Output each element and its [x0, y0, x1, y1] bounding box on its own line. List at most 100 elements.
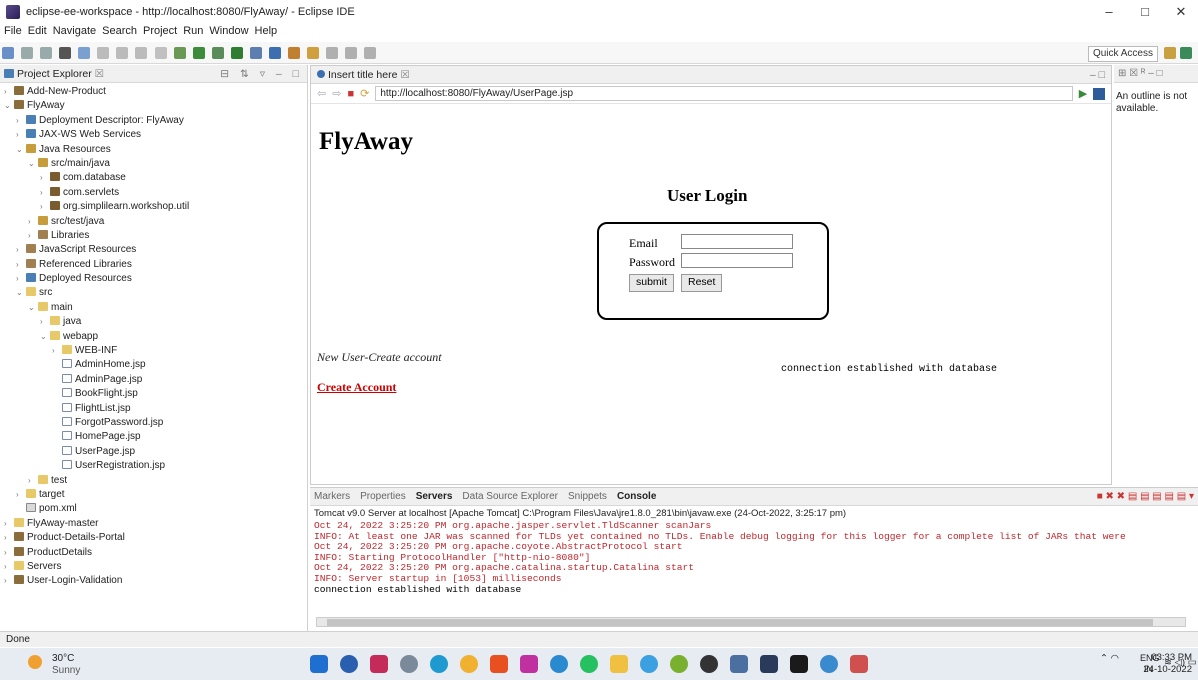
chevron-right-icon[interactable]: › — [52, 344, 62, 358]
tree-item[interactable]: › java — [0, 315, 307, 329]
tree-item[interactable]: › User-Login-Validation — [0, 574, 307, 588]
menu-help[interactable]: Help — [255, 25, 278, 41]
menu-project[interactable]: Project — [143, 25, 177, 41]
refresh-icon[interactable]: ⟳ — [360, 87, 369, 100]
external-tools-icon[interactable] — [230, 47, 243, 59]
menu-file[interactable]: File — [4, 25, 22, 41]
weather-sun-icon[interactable] — [28, 655, 42, 669]
perspective-icon[interactable] — [1164, 47, 1176, 59]
close-icon[interactable]: ✕ — [1166, 4, 1196, 20]
annotation-icon[interactable] — [326, 47, 339, 59]
chevron-right-icon[interactable]: › — [16, 272, 26, 286]
new-icon[interactable] — [2, 47, 14, 59]
brave-icon[interactable] — [490, 655, 508, 673]
tree-item[interactable]: › src/test/java — [0, 215, 307, 229]
coverage-icon[interactable] — [211, 47, 224, 59]
tab-properties[interactable]: Properties — [360, 491, 406, 502]
console-toolbar-icons[interactable]: ■ ✖ ✖ ▤ ▤ ▤ ▤ ▤ ▾ — [1097, 491, 1194, 502]
save-all-icon[interactable] — [40, 47, 53, 59]
tree-item[interactable]: ForgotPassword.jsp — [0, 416, 307, 430]
tree-item[interactable]: pom.xml — [0, 502, 307, 516]
tree-item[interactable]: HomePage.jsp — [0, 430, 307, 444]
terminate-icon[interactable] — [154, 47, 167, 59]
tree-item[interactable]: › Add-New-Product — [0, 85, 307, 99]
tab-console[interactable]: Console — [617, 491, 656, 502]
edge-icon[interactable] — [430, 655, 448, 673]
tab-servers[interactable]: Servers — [416, 491, 453, 502]
windows-start-icon[interactable] — [310, 655, 328, 673]
forward-icon[interactable] — [364, 47, 377, 59]
chevron-right-icon[interactable]: › — [40, 186, 50, 200]
tab-snippets[interactable]: Snippets — [568, 491, 607, 502]
meet-icon[interactable] — [370, 655, 388, 673]
tree-item[interactable]: ⌄ webapp — [0, 330, 307, 344]
tab-markers[interactable]: Markers — [314, 491, 350, 502]
open-type-icon[interactable] — [287, 47, 300, 59]
mail-icon[interactable] — [820, 655, 838, 673]
menu-run[interactable]: Run — [183, 25, 203, 41]
cmd-icon[interactable] — [790, 655, 808, 673]
chevron-down-icon[interactable]: ⌄ — [28, 157, 38, 171]
submit-button[interactable]: submit — [629, 274, 674, 292]
whatsapp-icon[interactable] — [580, 655, 598, 673]
chevron-down-icon[interactable]: ⌄ — [28, 301, 38, 315]
clock-time[interactable]: 03:33 PM — [1140, 652, 1192, 663]
instagram-icon[interactable] — [520, 655, 538, 673]
view-menu-icon[interactable]: ⊟ ⇅ ▿ ‒ □ — [220, 68, 303, 80]
tree-item[interactable]: › Deployed Resources — [0, 272, 307, 286]
java-ee-perspective-icon[interactable] — [1180, 47, 1192, 59]
search-taskbar-icon[interactable] — [340, 655, 358, 673]
chevron-right-icon[interactable]: › — [4, 517, 14, 531]
telegram-icon[interactable] — [550, 655, 568, 673]
reset-button[interactable]: Reset — [681, 274, 723, 292]
clock-date[interactable]: 24-10-2022 — [1140, 664, 1192, 675]
stop-icon[interactable]: ■ — [347, 88, 354, 100]
weather-temperature[interactable]: 30°C — [52, 653, 74, 664]
terminal-taskbar-icon[interactable] — [730, 655, 748, 673]
console-horizontal-scrollbar[interactable] — [316, 617, 1186, 627]
file-explorer-icon[interactable] — [610, 655, 628, 673]
chevron-right-icon[interactable]: › — [4, 85, 14, 99]
tree-item[interactable]: › ProductDetails — [0, 546, 307, 560]
chevron-right-icon[interactable]: › — [40, 315, 50, 329]
tree-item[interactable]: ⌄ FlyAway — [0, 99, 307, 113]
tree-item[interactable]: FlightList.jsp — [0, 402, 307, 416]
chevron-right-icon[interactable]: › — [16, 114, 26, 128]
chevron-right-icon[interactable]: › — [4, 546, 14, 560]
tree-item[interactable]: UserRegistration.jsp — [0, 459, 307, 473]
chevron-right-icon[interactable]: › — [16, 488, 26, 502]
app-icon[interactable] — [670, 655, 688, 673]
step-icon[interactable] — [97, 47, 110, 59]
chevron-right-icon[interactable]: › — [28, 229, 38, 243]
chevron-right-icon[interactable]: › — [40, 171, 50, 185]
go-icon[interactable]: ▶ — [1079, 87, 1087, 100]
maximize-icon[interactable]: □ — [1130, 4, 1160, 19]
resume-icon[interactable] — [116, 47, 129, 59]
chevron-right-icon[interactable]: › — [4, 574, 14, 588]
tree-item[interactable]: › Product-Details-Portal — [0, 531, 307, 545]
chevron-down-icon[interactable]: ⌄ — [16, 143, 26, 157]
back-icon[interactable] — [345, 47, 358, 59]
tree-item[interactable]: › WEB-INF — [0, 344, 307, 358]
email-field[interactable] — [681, 234, 793, 249]
tree-item[interactable]: › Referenced Libraries — [0, 258, 307, 272]
password-field[interactable] — [681, 253, 793, 268]
suspend-icon[interactable] — [135, 47, 148, 59]
tree-item[interactable]: › Deployment Descriptor: FlyAway — [0, 114, 307, 128]
store-icon[interactable] — [760, 655, 778, 673]
search-icon[interactable] — [307, 47, 319, 59]
back-arrow-icon[interactable]: ⇦ — [317, 87, 326, 100]
tree-item[interactable]: › com.servlets — [0, 186, 307, 200]
tree-item[interactable]: UserPage.jsp — [0, 445, 307, 459]
tree-item[interactable]: AdminHome.jsp — [0, 358, 307, 372]
menu-search[interactable]: Search — [102, 25, 137, 41]
photos-icon[interactable] — [640, 655, 658, 673]
chevron-right-icon[interactable]: › — [16, 243, 26, 257]
tree-item[interactable]: › Servers — [0, 560, 307, 574]
menu-window[interactable]: Window — [209, 25, 248, 41]
tree-item[interactable]: ⌄ src/main/java — [0, 157, 307, 171]
settings-icon[interactable] — [400, 655, 418, 673]
minimize-view-icon[interactable]: ‒ □ — [1090, 69, 1105, 81]
eclipse-taskbar-icon[interactable] — [700, 655, 718, 673]
tree-item[interactable]: BookFlight.jsp — [0, 387, 307, 401]
